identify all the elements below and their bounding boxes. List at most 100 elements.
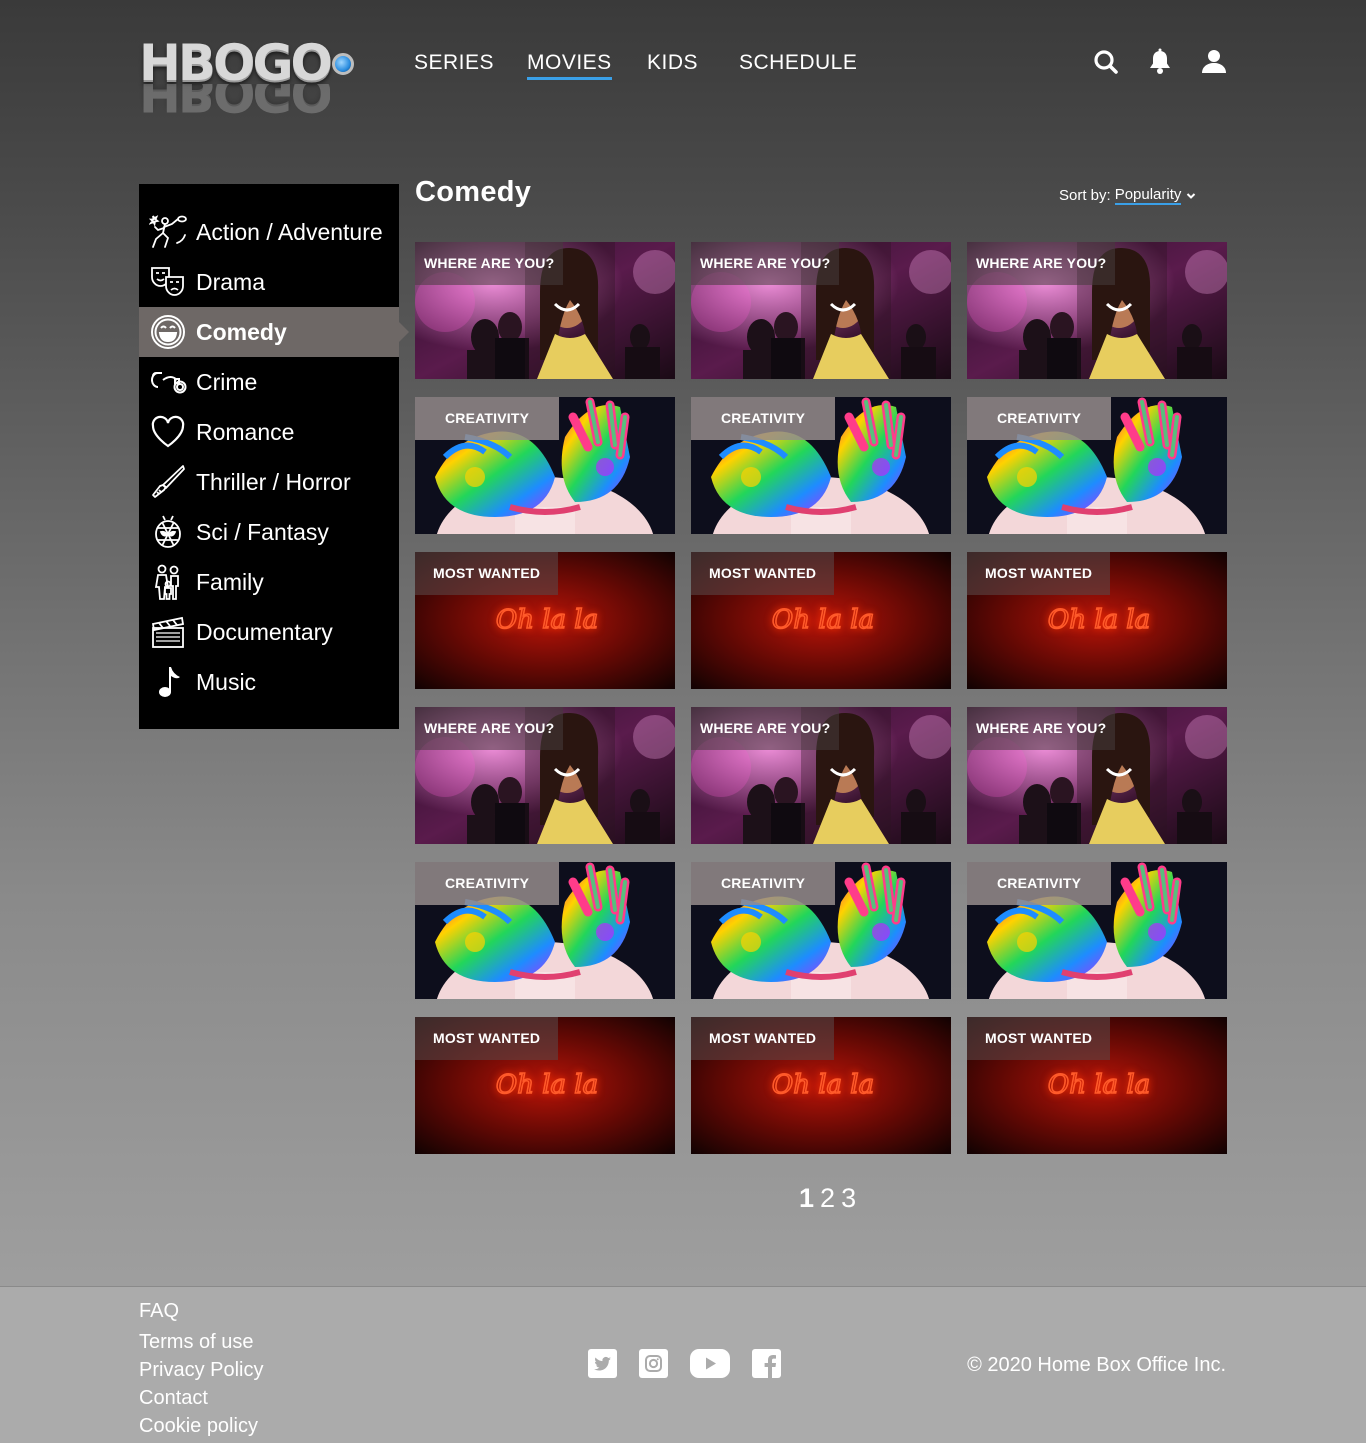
logo-text: HBOGO <box>139 38 355 88</box>
movie-tag: MOST WANTED <box>967 552 1111 595</box>
neon-sign-text: Oh la la <box>496 1070 598 1100</box>
sidebar-item-action-adventure[interactable]: Action / Adventure <box>139 207 399 257</box>
sidebar-item-thriller-horror[interactable]: Thriller / Horror <box>139 457 399 507</box>
movie-card[interactable]: CREATIVITY <box>415 862 675 999</box>
search-icon[interactable] <box>1093 48 1119 76</box>
movie-tag: CREATIVITY <box>967 397 1112 440</box>
neon-sign-text: Oh la la <box>772 605 874 635</box>
action-icon <box>149 215 187 248</box>
genre-sidebar: Action / Adventure Drama Comedy Crime Ro… <box>139 184 409 729</box>
clapperboard-icon <box>151 616 185 648</box>
user-icon[interactable] <box>1201 48 1227 76</box>
movie-tag: CREATIVITY <box>691 862 836 905</box>
footer-links: FAQ Terms of use Privacy Policy Contact … <box>139 1297 263 1440</box>
sidebar-item-music[interactable]: Music <box>139 657 399 707</box>
neon-sign-text: Oh la la <box>496 605 598 635</box>
sidebar-item-label: Comedy <box>196 318 287 345</box>
handcuffs-icon <box>151 372 187 394</box>
movie-card[interactable]: Oh la la MOST WANTED <box>415 1017 675 1154</box>
neon-sign-text: Oh la la <box>1048 605 1150 635</box>
sidebar-item-drama[interactable]: Drama <box>139 257 399 307</box>
chevron-down-icon[interactable] <box>1186 191 1196 201</box>
movie-tag: WHERE ARE YOU? <box>415 707 564 750</box>
movie-tag: MOST WANTED <box>967 1017 1111 1060</box>
page-2[interactable]: 2 <box>820 1183 835 1214</box>
sidebar-item-crime[interactable]: Crime <box>139 357 399 407</box>
sidebar-item-label: Documentary <box>196 618 333 645</box>
nav-schedule[interactable]: SCHEDULE <box>739 50 857 80</box>
movie-tag: WHERE ARE YOU? <box>691 242 840 285</box>
family-icon <box>154 564 179 600</box>
logo-reflection: HBOGO <box>139 84 331 118</box>
footer-link-cookie[interactable]: Cookie policy <box>139 1412 263 1440</box>
movie-card[interactable]: Oh la la MOST WANTED <box>967 552 1227 689</box>
page-3[interactable]: 3 <box>841 1183 856 1214</box>
sidebar-item-documentary[interactable]: Documentary <box>139 607 399 657</box>
sidebar-item-label: Action / Adventure <box>196 218 383 245</box>
nav-kids[interactable]: KIDS <box>647 50 698 80</box>
sidebar-item-label: Thriller / Horror <box>196 468 351 495</box>
logo-dot <box>332 52 355 75</box>
nav-movies[interactable]: MOVIES <box>527 50 612 80</box>
sidebar-item-comedy[interactable]: Comedy <box>139 307 409 357</box>
page-title: Comedy <box>415 176 532 208</box>
laughing-face-icon <box>151 315 185 349</box>
movie-tag: CREATIVITY <box>691 397 836 440</box>
movie-card[interactable]: CREATIVITY <box>691 397 951 534</box>
page-1[interactable]: 1 <box>799 1183 814 1214</box>
movie-tag: CREATIVITY <box>415 862 560 905</box>
movie-card[interactable]: WHERE ARE YOU? <box>691 242 951 379</box>
sidebar-item-family[interactable]: Family <box>139 557 399 607</box>
footer-link-faq[interactable]: FAQ <box>139 1297 263 1325</box>
movie-card[interactable]: WHERE ARE YOU? <box>691 707 951 844</box>
twitter-icon[interactable] <box>588 1349 617 1378</box>
footer: FAQ Terms of use Privacy Policy Contact … <box>0 1286 1366 1443</box>
movie-card[interactable]: CREATIVITY <box>691 862 951 999</box>
movie-card[interactable]: Oh la la MOST WANTED <box>967 1017 1227 1154</box>
movie-card[interactable]: Oh la la MOST WANTED <box>691 552 951 689</box>
social-links <box>588 1349 781 1378</box>
movie-grid: WHERE ARE YOU? WHERE ARE YOU? WHERE ARE … <box>415 242 1227 1154</box>
movie-card[interactable]: WHERE ARE YOU? <box>967 707 1227 844</box>
pagination: 1 2 3 <box>799 1183 856 1214</box>
sidebar-item-label: Crime <box>196 368 258 395</box>
drama-masks-icon <box>151 267 184 296</box>
hbo-go-logo[interactable]: HBOGO HBOGO <box>139 38 355 126</box>
movie-card[interactable]: Oh la la MOST WANTED <box>415 552 675 689</box>
movie-tag: CREATIVITY <box>415 397 560 440</box>
movie-tag: WHERE ARE YOU? <box>691 707 840 750</box>
movie-tag: WHERE ARE YOU? <box>967 707 1116 750</box>
movie-tag: WHERE ARE YOU? <box>967 242 1116 285</box>
movie-card[interactable]: CREATIVITY <box>415 397 675 534</box>
movie-tag: MOST WANTED <box>415 552 559 595</box>
movie-card[interactable]: WHERE ARE YOU? <box>415 707 675 844</box>
sidebar-item-label: Music <box>196 668 257 695</box>
sidebar-item-label: Sci / Fantasy <box>196 518 329 545</box>
youtube-icon[interactable] <box>690 1349 730 1378</box>
footer-link-privacy[interactable]: Privacy Policy <box>139 1356 263 1384</box>
neon-sign-text: Oh la la <box>772 1070 874 1100</box>
sort-control[interactable]: Sort by: Popularity <box>1059 186 1196 205</box>
nav-series[interactable]: SERIES <box>414 50 494 80</box>
bell-icon[interactable] <box>1147 48 1173 76</box>
sidebar-item-romance[interactable]: Romance <box>139 407 399 457</box>
movie-card[interactable]: Oh la la MOST WANTED <box>691 1017 951 1154</box>
footer-link-terms[interactable]: Terms of use <box>139 1328 263 1356</box>
header-actions <box>1093 48 1227 76</box>
movie-card[interactable]: CREATIVITY <box>967 397 1227 534</box>
neon-sign-text: Oh la la <box>1048 1070 1150 1100</box>
instagram-icon[interactable] <box>639 1349 668 1378</box>
sort-value[interactable]: Popularity <box>1114 186 1182 205</box>
sidebar-item-label: Romance <box>196 418 295 445</box>
footer-link-contact[interactable]: Contact <box>139 1384 263 1412</box>
sidebar-item-sci-fantasy[interactable]: Sci / Fantasy <box>139 507 399 557</box>
movie-tag: WHERE ARE YOU? <box>415 242 564 285</box>
knife-icon <box>152 465 185 498</box>
movie-tag: MOST WANTED <box>691 552 835 595</box>
facebook-icon[interactable] <box>752 1349 781 1378</box>
alien-icon <box>155 515 181 548</box>
movie-card[interactable]: WHERE ARE YOU? <box>415 242 675 379</box>
movie-card[interactable]: CREATIVITY <box>967 862 1227 999</box>
movie-card[interactable]: WHERE ARE YOU? <box>967 242 1227 379</box>
sidebar-item-label: Family <box>196 568 264 595</box>
